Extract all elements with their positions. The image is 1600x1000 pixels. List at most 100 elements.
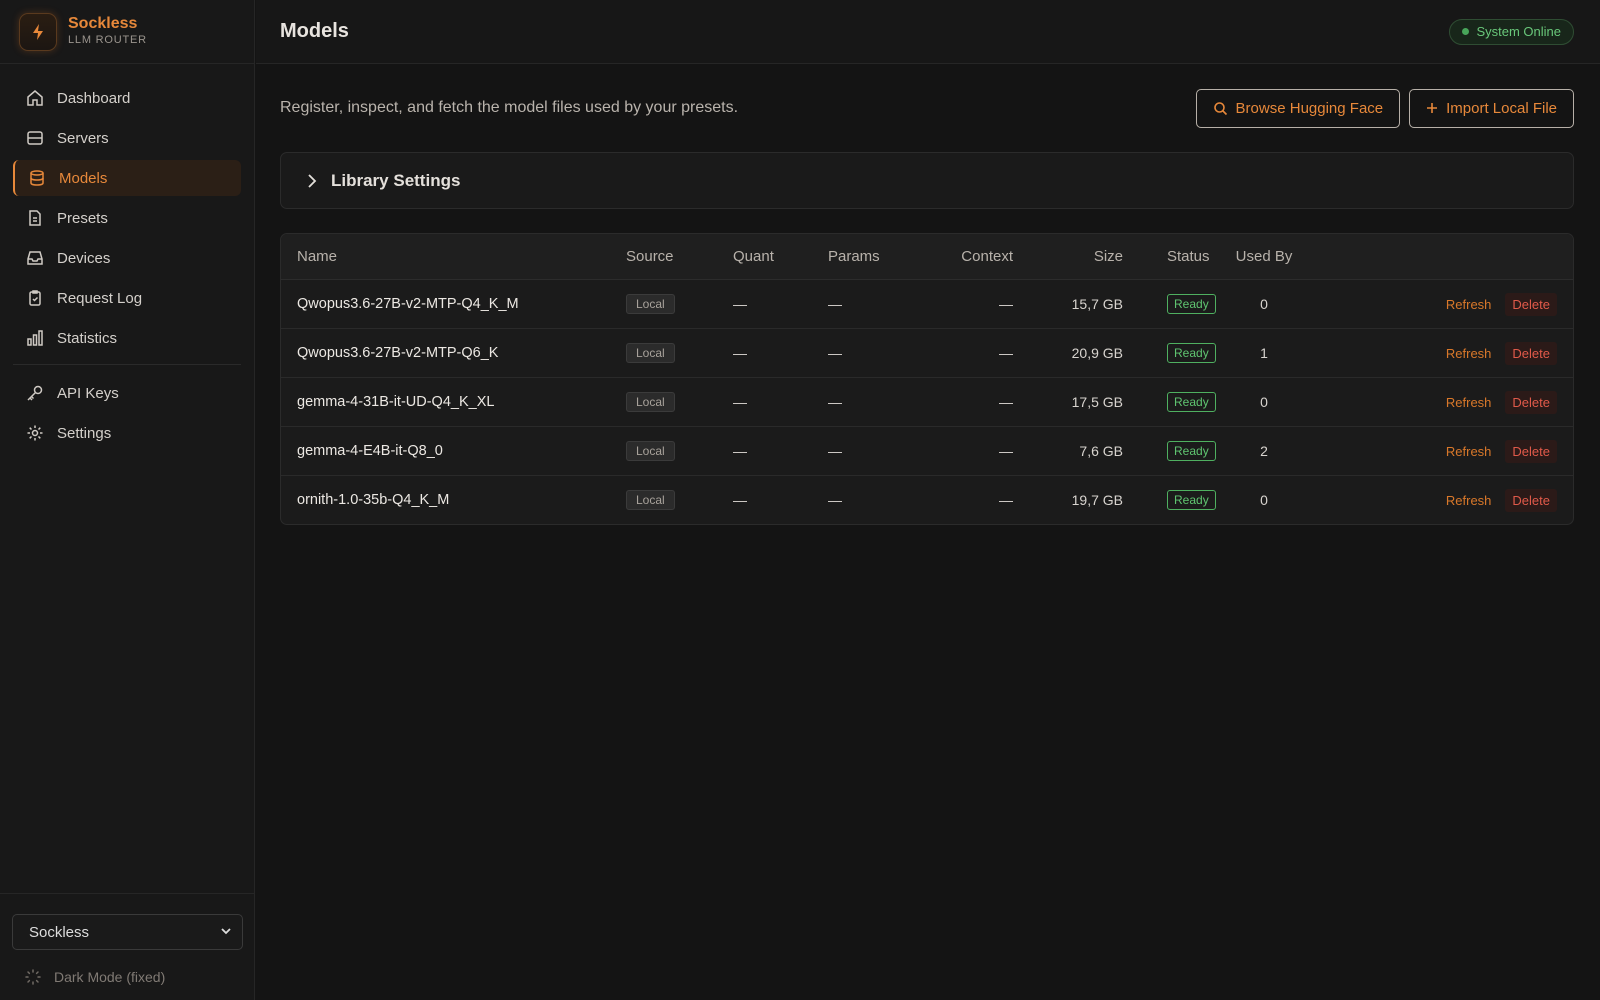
model-name: gemma-4-E4B-it-Q8_0 [281,426,626,476]
sidebar-item-label: Presets [57,209,108,227]
sidebar-item-label: Dashboard [57,89,131,107]
home-icon [25,88,45,108]
size-cell: 17,5 GB [1013,377,1123,427]
user-select-value: Sockless [29,923,90,941]
column-header-params[interactable]: Params [828,234,923,280]
status-badge: Ready [1167,293,1216,314]
status-badge: Ready [1167,489,1216,510]
delete-button[interactable]: Delete [1505,341,1557,365]
dark-mode-toggle[interactable]: Dark Mode (fixed) [12,968,242,986]
brand: Sockless LLM ROUTER [0,0,254,64]
status-dot-icon [1462,28,1470,35]
library-settings-title: Library Settings [331,170,461,190]
plus-icon [1426,102,1438,114]
gear-icon [25,423,45,443]
delete-button[interactable]: Delete [1505,439,1557,463]
search-icon [1213,101,1228,116]
refresh-button[interactable]: Refresh [1446,493,1492,508]
table-row: Qwopus3.6-27B-v2-MTP-Q4_K_M Local — — — … [281,279,1573,329]
used-by-cell: 2 [1219,426,1309,476]
params-cell: — [828,328,923,378]
table-row: Qwopus3.6-27B-v2-MTP-Q6_K Local — — — 20… [281,328,1573,378]
column-header-actions [1309,234,1573,280]
nav-divider [13,364,241,365]
sidebar-item-request-log[interactable]: Request Log [13,280,241,316]
quant-cell: — [733,426,828,476]
quant-cell: — [733,279,828,329]
source-badge: Local [626,293,675,314]
params-cell: — [828,279,923,329]
size-cell: 15,7 GB [1013,279,1123,329]
clipboard-icon [25,288,45,308]
sidebar-item-label: Devices [57,249,111,267]
context-cell: — [923,377,1013,427]
refresh-button[interactable]: Refresh [1446,395,1492,410]
column-header-name[interactable]: Name [281,234,626,280]
refresh-button[interactable]: Refresh [1446,297,1492,312]
brand-name: Sockless [68,15,138,32]
delete-button[interactable]: Delete [1505,390,1557,414]
delete-button[interactable]: Delete [1505,488,1557,512]
chevron-right-icon [307,173,317,188]
column-header-status[interactable]: Status [1123,234,1219,280]
browse-hugging-face-button[interactable]: Browse Hugging Face [1195,88,1401,128]
library-settings-toggle[interactable]: Library Settings [280,152,1574,209]
sidebar-item-servers[interactable]: Servers [13,120,241,156]
model-name: Qwopus3.6-27B-v2-MTP-Q6_K [281,328,626,378]
quant-cell: — [733,328,828,378]
sidebar-item-presets[interactable]: Presets [13,200,241,236]
size-cell: 20,9 GB [1013,328,1123,378]
sidebar-item-label: Statistics [57,329,118,347]
models-table: Name Source Quant Params Context Size St… [280,233,1574,525]
key-icon [25,383,45,403]
sidebar-item-devices[interactable]: Devices [13,240,241,276]
used-by-cell: 0 [1219,279,1309,329]
server-icon [25,128,45,148]
sidebar-item-label: Servers [57,129,109,147]
column-header-context[interactable]: Context [923,234,1013,280]
context-cell: — [999,491,1013,508]
dark-mode-label: Dark Mode (fixed) [54,969,166,985]
column-header-used-by[interactable]: Used By [1219,234,1309,280]
refresh-button[interactable]: Refresh [1446,346,1492,361]
user-select[interactable]: Sockless [12,914,243,950]
table-header-row: Name Source Quant Params Context Size St… [281,234,1573,280]
model-name: Qwopus3.6-27B-v2-MTP-Q4_K_M [281,279,626,329]
source-badge: Local [626,391,675,412]
sidebar-item-api-keys[interactable]: API Keys [13,375,241,411]
column-header-source[interactable]: Source [626,234,733,280]
table-row: gemma-4-31B-it-UD-Q4_K_XL Local — — — 17… [281,377,1573,427]
used-by-cell: 0 [1260,491,1268,508]
status-text: System Online [1476,24,1561,39]
quant-cell: — [733,491,747,508]
sidebar-item-label: API Keys [57,384,119,402]
sidebar-nav: Dashboard Servers Models Presets Devices… [0,64,254,451]
source-badge: Local [626,342,675,363]
context-cell: — [923,426,1013,476]
refresh-button[interactable]: Refresh [1446,444,1492,459]
used-by-cell: 0 [1219,377,1309,427]
chevron-down-icon [220,924,232,941]
sidebar-item-dashboard[interactable]: Dashboard [13,80,241,116]
sidebar-item-settings[interactable]: Settings [13,415,241,451]
column-header-quant[interactable]: Quant [733,234,828,280]
params-cell: — [828,377,923,427]
delete-button[interactable]: Delete [1505,292,1557,316]
sidebar-item-label: Models [59,169,108,187]
sidebar-item-statistics[interactable]: Statistics [13,320,241,356]
page-description: Register, inspect, and fetch the model f… [280,99,739,116]
status-badge: Ready [1167,440,1216,461]
column-header-size[interactable]: Size [1013,234,1123,280]
browse-button-label: Browse Hugging Face [1235,99,1384,117]
inbox-icon [25,248,45,268]
page-title: Models [280,20,349,42]
table-row: ornith-1.0-35b-Q4_K_M Local — — — 19,7 G… [281,475,1573,524]
status-badge: System Online [1449,18,1574,45]
context-cell: — [923,328,1013,378]
source-badge: Local [626,440,675,461]
sidebar-item-label: Request Log [57,289,143,307]
sidebar-item-models[interactable]: Models [13,160,241,196]
quant-cell: — [733,377,828,427]
brand-subtitle: LLM ROUTER [68,34,147,46]
import-local-file-button[interactable]: Import Local File [1409,88,1574,128]
